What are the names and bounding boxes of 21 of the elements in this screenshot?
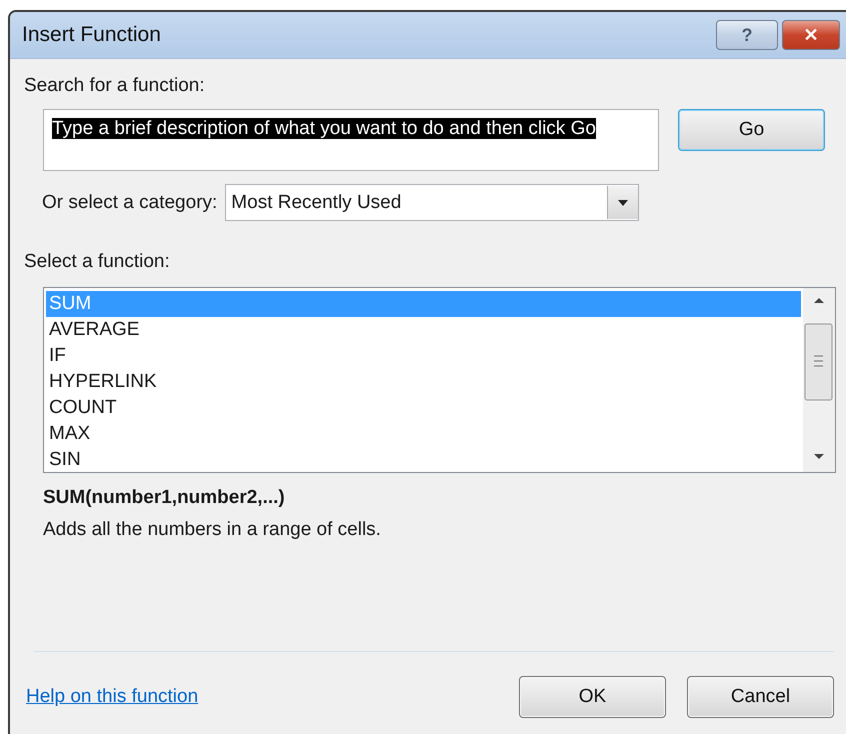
go-button[interactable]: Go [678,109,825,151]
help-link[interactable]: Help on this function [26,686,198,708]
search-label: Search for a function: [24,75,206,97]
category-dropdown[interactable]: Most Recently Used [225,184,640,221]
help-button[interactable]: ? [716,20,778,50]
function-item[interactable]: IF [46,343,801,369]
scrollbar[interactable] [803,288,835,472]
function-item[interactable]: MAX [46,421,801,447]
window-title: Insert Function [22,23,161,47]
function-item[interactable]: AVERAGE [46,317,801,343]
search-field[interactable]: Type a brief description of what you want to do and then click Go [43,109,659,171]
function-signature: SUM(number1,number2,...) [43,487,286,509]
function-description: Adds all the numbers in a range of cells. [43,519,382,541]
function-item[interactable]: HYPERLINK [46,369,801,395]
ok-button[interactable]: OK [519,676,666,718]
cancel-button[interactable]: Cancel [687,676,834,718]
function-item[interactable]: COUNT [46,395,801,421]
close-button[interactable]: ✕ [782,20,840,50]
function-list-label: Select a function: [24,251,171,273]
category-label: Or select a category: [42,192,218,214]
function-item[interactable]: SIN [46,447,801,473]
